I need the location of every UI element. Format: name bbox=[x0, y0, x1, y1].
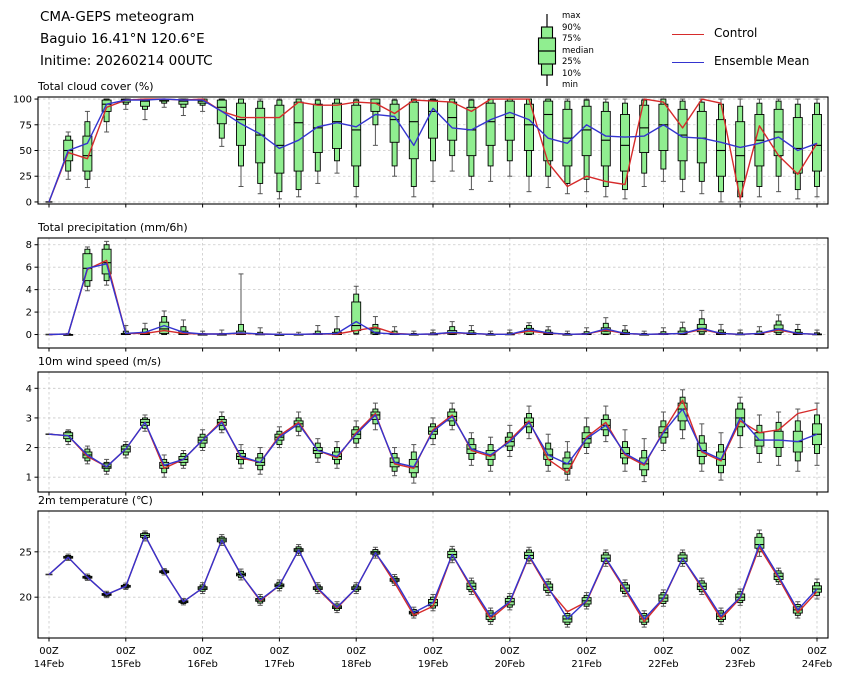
svg-text:00Z: 00Z bbox=[807, 646, 827, 657]
meteogram-canvas: 0 25 50 75 100 0 2 4 6 8 1 2 3 4 20 25 00Z 14Feb 00Z 15Feb 0… bbox=[0, 0, 841, 680]
svg-text:6: 6 bbox=[26, 263, 32, 274]
svg-text:75: 75 bbox=[19, 120, 32, 131]
svg-text:20Feb: 20Feb bbox=[495, 659, 525, 670]
svg-text:00Z: 00Z bbox=[193, 646, 213, 657]
svg-text:18Feb: 18Feb bbox=[341, 659, 371, 670]
svg-text:2: 2 bbox=[26, 308, 32, 319]
svg-text:4: 4 bbox=[26, 285, 32, 296]
svg-text:00Z: 00Z bbox=[654, 646, 674, 657]
svg-text:16Feb: 16Feb bbox=[187, 659, 217, 670]
svg-text:25: 25 bbox=[19, 172, 32, 183]
svg-text:4: 4 bbox=[26, 384, 32, 395]
svg-text:00Z: 00Z bbox=[730, 646, 750, 657]
svg-text:23Feb: 23Feb bbox=[725, 659, 755, 670]
svg-text:00Z: 00Z bbox=[423, 646, 443, 657]
svg-text:0: 0 bbox=[26, 197, 32, 208]
svg-text:21Feb: 21Feb bbox=[571, 659, 601, 670]
svg-text:00Z: 00Z bbox=[270, 646, 290, 657]
svg-text:1: 1 bbox=[26, 473, 32, 484]
svg-text:00Z: 00Z bbox=[500, 646, 520, 657]
svg-text:2: 2 bbox=[26, 443, 32, 454]
svg-text:20: 20 bbox=[19, 593, 32, 604]
svg-text:00Z: 00Z bbox=[116, 646, 136, 657]
svg-text:00Z: 00Z bbox=[577, 646, 597, 657]
svg-text:50: 50 bbox=[19, 146, 32, 157]
svg-text:24Feb: 24Feb bbox=[802, 659, 832, 670]
svg-text:25: 25 bbox=[19, 547, 32, 558]
svg-text:19Feb: 19Feb bbox=[418, 659, 448, 670]
svg-text:00Z: 00Z bbox=[39, 646, 59, 657]
svg-text:3: 3 bbox=[26, 413, 32, 424]
svg-text:100: 100 bbox=[13, 95, 32, 106]
svg-text:22Feb: 22Feb bbox=[648, 659, 678, 670]
svg-text:00Z: 00Z bbox=[346, 646, 366, 657]
svg-text:14Feb: 14Feb bbox=[34, 659, 64, 670]
meteogram-figure: CMA-GEPS meteogramBaguio 16.41°N 120.6°E… bbox=[0, 0, 841, 680]
svg-text:0: 0 bbox=[26, 330, 32, 341]
svg-text:8: 8 bbox=[26, 240, 32, 251]
svg-text:15Feb: 15Feb bbox=[111, 659, 141, 670]
svg-text:17Feb: 17Feb bbox=[264, 659, 294, 670]
